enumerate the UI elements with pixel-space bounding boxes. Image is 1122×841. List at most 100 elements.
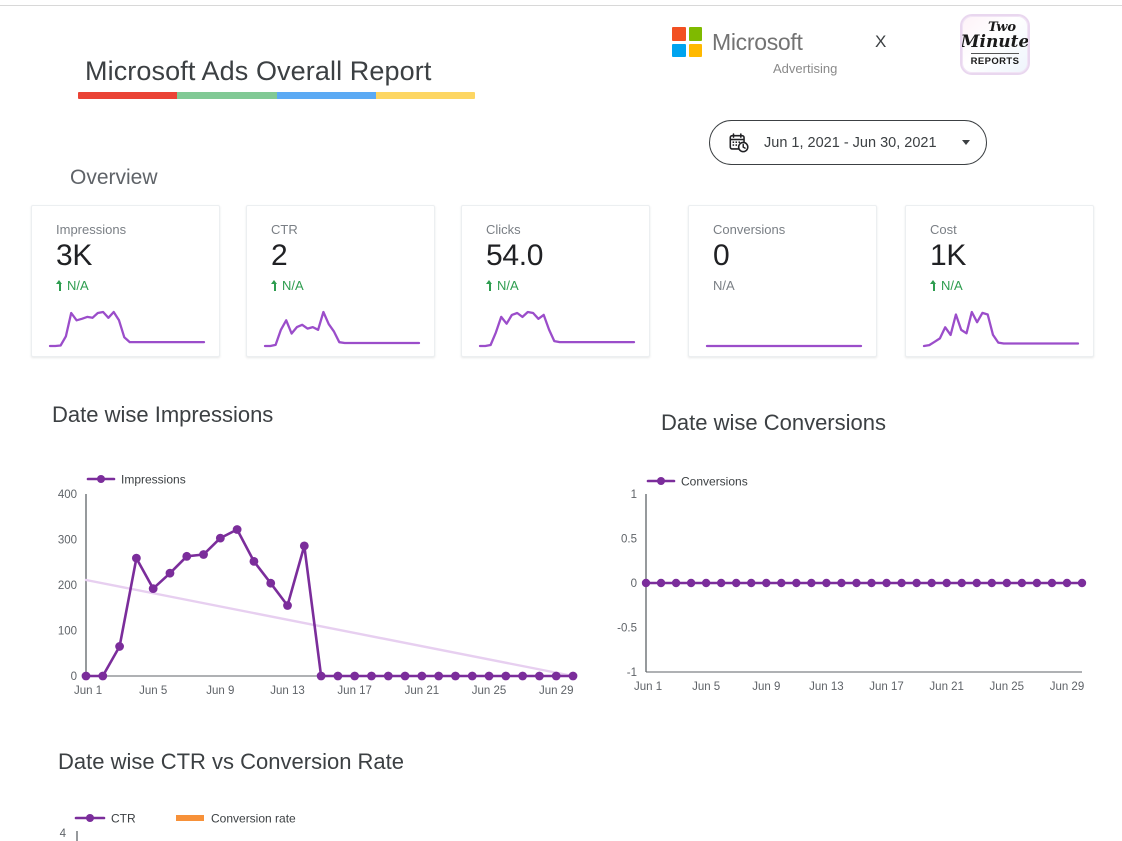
data-point[interactable] [182,551,192,561]
data-point[interactable] [822,578,831,588]
data-point[interactable] [792,578,801,588]
data-point[interactable] [417,671,427,681]
data-point[interactable] [716,578,726,588]
data-point[interactable] [897,578,906,588]
data-point[interactable] [777,578,786,588]
data-point[interactable] [115,642,124,651]
x-axis-tick-label: Jun 9 [752,681,780,693]
data-point[interactable] [266,578,276,588]
tmr-line-minute: Minute [960,31,1030,52]
data-point[interactable] [518,671,528,681]
data-point[interactable] [451,671,460,681]
logo-square-blue [672,43,686,57]
data-point[interactable] [1077,578,1087,588]
data-point[interactable] [747,578,756,588]
data-point[interactable] [807,578,816,588]
x-axis-tick-label: Jun 21 [405,685,440,697]
data-point[interactable] [732,578,741,588]
data-point[interactable] [484,671,494,681]
data-point[interactable] [551,671,561,681]
data-point[interactable] [972,578,981,588]
data-point[interactable] [467,671,477,681]
data-point[interactable] [641,578,651,588]
kpi-card-clicks[interactable]: Clicks 54.0 N/A [461,205,650,357]
ctr-vs-conversion-rate-chart[interactable]: CTR Conversion rate 4 [46,800,606,841]
data-point[interactable] [1032,578,1042,588]
data-point[interactable] [987,578,996,588]
kpi-card-cost[interactable]: Cost 1K N/A [905,205,1094,357]
data-point[interactable] [927,578,936,588]
x-axis-tick-label: Jun 29 [539,685,574,697]
calendar-clock-icon [729,132,749,152]
conversions-chart[interactable]: -1 -0.5 0 0.5 1 Jun 1 Jun 5 Jun 9 Jun 13 Jun 17 Ju… [612,466,1102,706]
legend-label: Impressions [121,473,186,487]
data-point[interactable] [837,578,846,588]
data-point[interactable] [1002,578,1012,588]
data-point[interactable] [98,671,108,681]
data-point[interactable] [350,671,360,681]
legend-item[interactable]: Conversion rate [176,812,296,826]
data-point[interactable] [852,578,861,588]
trendline [84,578,575,678]
two-minute-reports-logo: Two Minute REPORTS [960,14,1030,75]
kpi-card-conversions[interactable]: Conversions 0 N/A [688,205,877,357]
kpi-value: 2 [271,239,288,272]
kpi-label: Conversions [713,222,786,237]
arrow-up-icon [56,279,63,291]
chevron-down-icon[interactable] [962,140,970,145]
data-point[interactable] [81,671,91,681]
kpi-value: 3K [56,239,93,272]
data-point[interactable] [333,671,343,681]
kpi-delta: N/A [486,278,635,293]
x-axis-tick-label: Jun 17 [869,681,904,693]
data-point[interactable] [367,671,376,681]
data-point[interactable] [501,671,511,681]
data-point[interactable] [656,578,666,588]
data-point[interactable] [316,671,326,681]
data-point[interactable] [215,533,225,543]
kpi-label: CTR [271,222,298,237]
data-point[interactable] [912,578,921,588]
data-point[interactable] [199,550,208,559]
kpi-card-ctr[interactable]: CTR 2 N/A [246,205,435,357]
data-point[interactable] [568,671,578,681]
date-range-selector[interactable]: Jun 1, 2021 - Jun 30, 2021 [709,120,987,165]
data-point[interactable] [942,578,951,588]
x-axis-tick-label: Jun 9 [206,685,234,697]
kpi-card-impressions[interactable]: Impressions 3K N/A [31,205,220,357]
kpi-value: 0 [713,239,730,272]
y-axis-tick-label: 1 [631,489,637,501]
data-point[interactable] [1017,578,1027,588]
data-point[interactable] [400,671,410,681]
data-point[interactable] [131,553,141,563]
title-bar-segment-yellow [375,92,475,99]
kpi-card-list: Impressions 3K N/A CTR 2 N/A Clicks 54.0 N/A Conv… [31,205,1094,357]
y-axis-tick-label: 200 [58,580,77,592]
data-point[interactable] [701,578,711,588]
data-point[interactable] [1047,578,1057,588]
data-point[interactable] [383,671,393,681]
data-point[interactable] [232,525,242,534]
data-point[interactable] [671,578,681,588]
data-point[interactable] [882,578,891,588]
data-point[interactable] [434,671,444,681]
data-point[interactable] [762,578,771,588]
data-point[interactable] [299,541,309,551]
data-point[interactable] [1062,578,1072,588]
data-point[interactable] [957,578,966,588]
x-axis-tick-label: Jun 21 [929,681,964,693]
data-point[interactable] [148,584,158,594]
impressions-chart[interactable]: 0 100 200 300 400 Jun 1 Jun 5 Jun 9 Jun 13 Jun 17… [40,460,585,710]
data-point[interactable] [686,578,696,588]
data-point[interactable] [283,601,292,610]
x-axis-tick-label: Jun 13 [809,681,844,693]
data-point[interactable] [165,568,175,578]
legend-item[interactable]: Conversions [646,475,748,489]
arrow-up-icon [930,279,937,291]
data-point[interactable] [249,556,259,566]
report-page: Microsoft Ads Overall Report Microsoft A… [0,0,1122,841]
legend-item[interactable]: CTR [74,812,136,826]
legend-item[interactable]: Impressions [86,473,186,487]
data-point[interactable] [867,578,876,588]
data-point[interactable] [535,671,544,681]
